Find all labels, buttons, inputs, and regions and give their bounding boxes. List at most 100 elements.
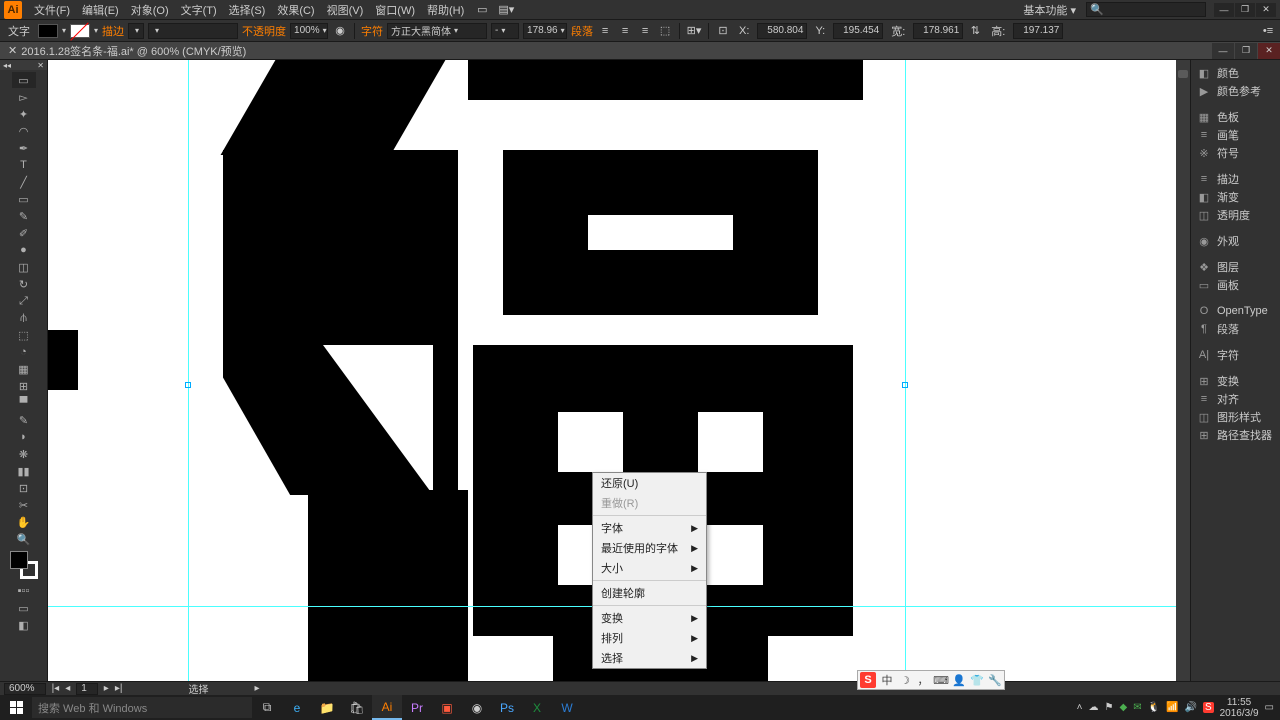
magic-wand-tool[interactable]: ✦	[12, 106, 36, 122]
ime-lang[interactable]: 中	[880, 673, 894, 687]
panel-tab[interactable]: ¶段落	[1193, 320, 1278, 338]
column-graph-tool[interactable]: ▮▮	[12, 463, 36, 479]
panel-tab[interactable]: ≡画笔	[1193, 126, 1278, 144]
hand-tool[interactable]: ✋	[12, 514, 36, 530]
panel-tab[interactable]: ▶颜色参考	[1193, 82, 1278, 100]
align-right-icon[interactable]: ≡	[637, 23, 653, 39]
tray-ime-icon[interactable]: S	[1203, 702, 1214, 713]
arrange-icon[interactable]: ▤▾	[496, 2, 516, 18]
h-value-input[interactable]: 197.137	[1013, 23, 1063, 39]
w-value-input[interactable]: 178.961	[913, 23, 963, 39]
menu-effect[interactable]: 效果(C)	[271, 2, 320, 18]
paintbrush-tool[interactable]: ✎	[12, 208, 36, 224]
opacity-value[interactable]: 100%	[290, 23, 328, 39]
tray-up-icon[interactable]: ˄	[1077, 702, 1083, 713]
bridge-icon[interactable]: ▭	[472, 2, 492, 18]
nav-prev-icon[interactable]: ◂	[65, 683, 70, 694]
direct-selection-tool[interactable]: ▻	[12, 89, 36, 105]
panel-tab[interactable]: ⊞路径查找器	[1193, 426, 1278, 444]
context-menu-item[interactable]: 排列▶	[593, 628, 706, 648]
link-wh-icon[interactable]: ⇅	[967, 23, 983, 39]
color-mode-toggle[interactable]: ▪▫▫	[12, 583, 36, 599]
menu-edit[interactable]: 编辑(E)	[76, 2, 125, 18]
selection-handle[interactable]	[902, 382, 908, 388]
close-button[interactable]: ✕	[1256, 3, 1276, 17]
menu-select[interactable]: 选择(S)	[223, 2, 272, 18]
photoshop-taskbar-icon[interactable]: Ps	[492, 695, 522, 720]
stroke-swatch[interactable]	[70, 24, 90, 38]
panel-tab[interactable]: A|字符	[1193, 346, 1278, 364]
ime-toolbar[interactable]: S 中 ☽ ， ⌨ 👤 👕 🔧	[857, 670, 1005, 690]
stroke-weight[interactable]	[128, 23, 144, 39]
fill-swatch[interactable]	[38, 24, 58, 38]
ime-tool-icon[interactable]: 🔧	[988, 673, 1002, 687]
pen-tool[interactable]: ✒	[12, 140, 36, 156]
menu-type[interactable]: 文字(T)	[175, 2, 223, 18]
panel-tab[interactable]: ❖图层	[1193, 258, 1278, 276]
panel-tab[interactable]: OOpenType	[1193, 302, 1278, 320]
system-tray[interactable]: ˄ ☁ ⚑ ◆ ✉ 🐧 📶 🔊 S 11:55 2016/3/9 ▭	[1071, 697, 1280, 719]
align-panel-icon[interactable]: ⊞▾	[686, 23, 702, 39]
rectangle-tool[interactable]: ▭	[12, 191, 36, 207]
word-taskbar-icon[interactable]: W	[552, 695, 582, 720]
paragraph-link[interactable]: 段落	[571, 23, 593, 39]
symbol-sprayer-tool[interactable]: ❋	[12, 446, 36, 462]
slice-tool[interactable]: ✂	[12, 497, 36, 513]
action-center-icon[interactable]: ▭	[1265, 702, 1274, 713]
illustrator-taskbar-icon[interactable]: Ai	[372, 695, 402, 720]
zoom-tool[interactable]: 🔍	[12, 531, 36, 547]
eraser-tool[interactable]: ◫	[12, 259, 36, 275]
font-style-dropdown[interactable]: -	[491, 23, 519, 39]
context-menu-item[interactable]: 变换▶	[593, 608, 706, 628]
menu-view[interactable]: 视图(V)	[321, 2, 370, 18]
context-menu-item[interactable]: 字体▶	[593, 518, 706, 538]
context-menu-item[interactable]: 还原(U)	[593, 473, 706, 493]
perspective-grid-tool[interactable]: ▦	[12, 361, 36, 377]
doc-minimize-button[interactable]: —	[1212, 43, 1234, 59]
fill-stroke-swatches[interactable]	[10, 551, 38, 579]
width-tool[interactable]: ⫛	[12, 310, 36, 326]
stroke-link[interactable]: 描边	[102, 23, 124, 39]
blend-tool[interactable]: ◗	[12, 429, 36, 445]
panel-tab[interactable]: ◫图形样式	[1193, 408, 1278, 426]
document-tab[interactable]: ✕ 2016.1.28签名条-福.ai* @ 600% (CMYK/预览) — …	[0, 42, 1280, 60]
selection-handle[interactable]	[185, 382, 191, 388]
help-search[interactable]: 🔍	[1086, 2, 1206, 17]
x-value-input[interactable]: 580.804	[757, 23, 807, 39]
mesh-tool[interactable]: ⊞	[12, 378, 36, 394]
tray-clock[interactable]: 11:55 2016/3/9	[1220, 697, 1259, 719]
panel-tab[interactable]: ▭画板	[1193, 276, 1278, 294]
doc-restore-button[interactable]: ❐	[1235, 43, 1257, 59]
eyedropper-tool[interactable]: ✎	[12, 412, 36, 428]
character-link[interactable]: 字符	[361, 23, 383, 39]
panel-tab[interactable]: ≡对齐	[1193, 390, 1278, 408]
scale-tool[interactable]: ⤢	[12, 293, 36, 309]
context-menu-item[interactable]: 最近使用的字体▶	[593, 538, 706, 558]
nav-last-icon[interactable]: ▸|	[115, 683, 123, 694]
ime-skin-icon[interactable]: 👕	[970, 673, 984, 687]
menu-window[interactable]: 窗口(W)	[369, 2, 421, 18]
taskbar-search[interactable]: 搜索 Web 和 Windows	[32, 697, 252, 718]
excel-taskbar-icon[interactable]: X	[522, 695, 552, 720]
workspace-switcher[interactable]: 基本功能 ▾	[1017, 2, 1082, 18]
nav-first-icon[interactable]: |◂	[52, 683, 60, 694]
premiere-taskbar-icon[interactable]: Pr	[402, 695, 432, 720]
ime-keyboard-icon[interactable]: ⌨	[934, 673, 948, 687]
menu-object[interactable]: 对象(O)	[125, 2, 175, 18]
tray-flag-icon[interactable]: ⚑	[1105, 702, 1114, 713]
tray-net-icon[interactable]: 📶	[1166, 702, 1178, 713]
artboard-nav[interactable]: 1	[76, 683, 98, 695]
context-menu-item[interactable]: 创建轮廓	[593, 583, 706, 603]
app-taskbar-icon[interactable]: ▣	[432, 695, 462, 720]
panel-tab[interactable]: ◧颜色	[1193, 64, 1278, 82]
vertical-scrollbar[interactable]	[1176, 60, 1190, 681]
font-size-dropdown[interactable]: 178.96	[523, 23, 567, 39]
tray-volume-icon[interactable]: 🔊	[1184, 702, 1196, 713]
envelope-icon[interactable]: ⬚	[657, 23, 673, 39]
align-center-icon[interactable]: ≡	[617, 23, 633, 39]
selection-tool[interactable]: ▭	[12, 72, 36, 88]
menu-file[interactable]: 文件(F)	[28, 2, 76, 18]
pencil-tool[interactable]: ✐	[12, 225, 36, 241]
panel-tab[interactable]: ◉外观	[1193, 232, 1278, 250]
task-view-icon[interactable]: ⧉	[252, 695, 282, 720]
